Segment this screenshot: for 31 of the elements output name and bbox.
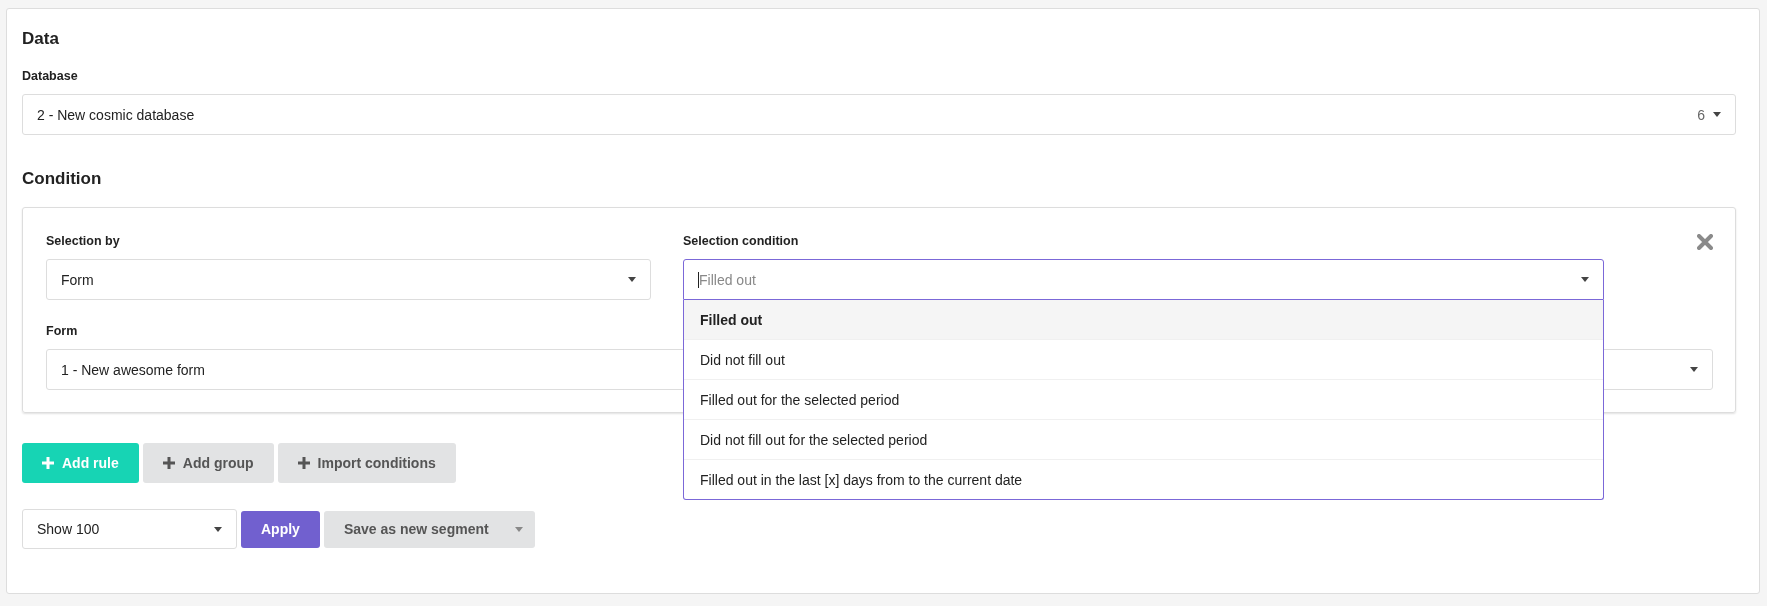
dropdown-option[interactable]: Filled out bbox=[684, 300, 1603, 340]
caret-icon bbox=[1581, 277, 1589, 282]
add-button[interactable]: Import conditions bbox=[277, 443, 456, 483]
dropdown-option[interactable]: Did not fill out for the selected period bbox=[684, 420, 1603, 460]
plus-icon bbox=[162, 457, 175, 469]
dropdown-option[interactable]: Filled out for the selected period bbox=[684, 380, 1603, 420]
plus-icon bbox=[297, 457, 310, 469]
add-button[interactable]: Add group bbox=[142, 443, 274, 483]
field-label: Selection by bbox=[46, 234, 121, 248]
apply-button[interactable]: Apply bbox=[241, 510, 320, 548]
plus-icon bbox=[42, 457, 54, 469]
field-label: Form bbox=[46, 324, 79, 338]
section-heading: Condition bbox=[22, 169, 103, 189]
selection-condition-select[interactable]: Filled out bbox=[683, 259, 1604, 300]
caret-icon bbox=[1713, 112, 1721, 117]
section-heading: Data bbox=[22, 29, 60, 49]
database-select[interactable]: 2 - New cosmic database 6 bbox=[22, 94, 1736, 135]
caret-icon bbox=[628, 277, 636, 282]
count-text: 6 bbox=[1697, 106, 1705, 123]
caret-icon bbox=[514, 526, 523, 532]
dropdown-option[interactable]: Filled out in the last [x] days from to the current date bbox=[684, 460, 1603, 499]
caret-icon bbox=[1690, 367, 1698, 372]
field-label: Selection condition bbox=[683, 234, 800, 248]
selection-by-select[interactable]: Form bbox=[46, 259, 651, 300]
page-size-select[interactable]: Show 100 bbox=[22, 509, 237, 549]
save-options-button[interactable] bbox=[508, 510, 535, 548]
caret-icon bbox=[214, 526, 222, 532]
save-segment-button[interactable]: Save as new segment bbox=[323, 510, 509, 548]
field-label: Database bbox=[22, 69, 79, 83]
close-icon[interactable] bbox=[1697, 234, 1713, 250]
dropdown-option[interactable]: Did not fill out bbox=[684, 340, 1603, 380]
